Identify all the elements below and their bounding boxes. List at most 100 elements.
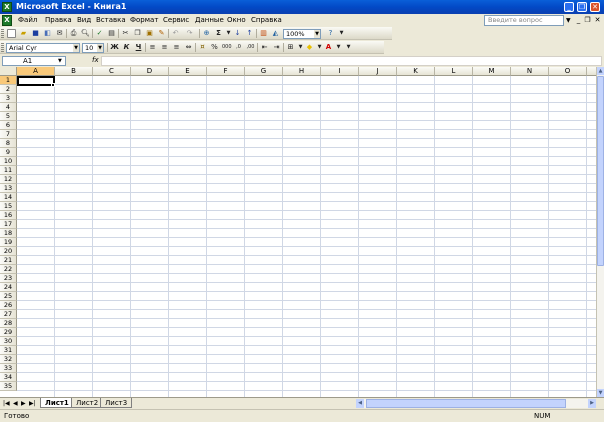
menu-file[interactable]: Файл [18,16,37,24]
font-size-select[interactable]: 10 ▼ [82,43,104,53]
row-header-27[interactable]: 27 [0,310,17,319]
menu-edit[interactable]: Правка [45,16,72,24]
row-header-24[interactable]: 24 [0,283,17,292]
prev-sheet-icon[interactable]: ◀ [13,400,18,407]
menu-help[interactable]: Справка [251,16,282,24]
vertical-scrollbar[interactable]: ▲ ▼ [596,67,604,397]
row-header-30[interactable]: 30 [0,337,17,346]
column-header-partial[interactable] [587,67,596,76]
menu-view[interactable]: Вид [77,16,91,24]
bold-icon[interactable]: Ж [110,43,119,52]
decrease-decimal-icon[interactable]: ,00 [246,43,255,52]
column-header-b[interactable]: B [55,67,93,76]
percent-icon[interactable]: % [210,43,219,52]
row-header-18[interactable]: 18 [0,229,17,238]
row-header-5[interactable]: 5 [0,112,17,121]
close-button[interactable]: ✕ [590,2,600,12]
horizontal-scroll-thumb[interactable] [366,399,566,408]
ask-dropdown-icon[interactable]: ▼ [566,17,571,24]
print-preview-icon[interactable]: 🔍︎ [81,29,90,38]
menu-window[interactable]: Окно [227,16,246,24]
column-header-g[interactable]: G [245,67,283,76]
active-cell-a1[interactable] [17,76,55,86]
scroll-up-icon[interactable]: ▲ [597,67,604,75]
increase-indent-icon[interactable]: ⇥ [272,43,281,52]
row-header-3[interactable]: 3 [0,94,17,103]
merge-center-icon[interactable]: ⇔ [184,43,193,52]
column-header-c[interactable]: C [93,67,131,76]
email-icon[interactable]: ✉ [55,29,64,38]
font-select[interactable]: Arial Cyr ▼ [6,43,80,53]
font-dropdown-icon[interactable]: ▼ [73,44,79,52]
copy-icon[interactable]: ❐ [133,29,142,38]
spelling-icon[interactable]: ✓ [95,29,104,38]
column-header-m[interactable]: M [473,67,511,76]
row-header-6[interactable]: 6 [0,121,17,130]
column-header-f[interactable]: F [207,67,245,76]
row-header-7[interactable]: 7 [0,130,17,139]
name-box[interactable]: A1 [2,56,66,66]
toolbar-options-icon[interactable]: ▼ [344,43,353,52]
column-header-h[interactable]: H [283,67,321,76]
zoom-select[interactable]: 100% ▼ [283,29,321,39]
workbook-restore-button[interactable]: ❐ [583,16,592,25]
column-header-o[interactable]: O [549,67,587,76]
row-header-4[interactable]: 4 [0,103,17,112]
row-header-9[interactable]: 9 [0,148,17,157]
underline-icon[interactable]: Ч [134,43,143,52]
research-icon[interactable]: ▤ [107,29,116,38]
scroll-left-icon[interactable]: ◀ [356,399,364,408]
toolbar-grip[interactable] [1,43,4,52]
currency-icon[interactable]: ¤ [198,43,207,52]
sheet-tab-1[interactable]: Лист1 [40,398,74,408]
row-header-1[interactable]: 1 [0,76,17,85]
row-header-19[interactable]: 19 [0,238,17,247]
fill-color-icon[interactable]: ◆ [305,43,314,52]
fill-handle[interactable] [51,83,55,87]
menu-data[interactable]: Данные [195,16,224,24]
autosum-icon[interactable]: Σ [214,29,223,38]
ask-question-input[interactable]: Введите вопрос [484,15,564,26]
column-header-j[interactable]: J [359,67,397,76]
row-header-14[interactable]: 14 [0,193,17,202]
column-header-k[interactable]: K [397,67,435,76]
insert-function-icon[interactable]: fx [92,56,99,64]
italic-icon[interactable]: К [122,43,131,52]
excel-app-icon[interactable]: X [2,2,12,12]
row-header-2[interactable]: 2 [0,85,17,94]
toolbar-grip[interactable] [1,29,4,38]
align-center-icon[interactable]: ≡ [160,43,169,52]
open-icon[interactable]: ▰ [19,29,28,38]
next-sheet-icon[interactable]: ▶ [21,400,26,407]
column-header-i[interactable]: I [321,67,359,76]
row-header-26[interactable]: 26 [0,301,17,310]
column-header-d[interactable]: D [131,67,169,76]
row-header-12[interactable]: 12 [0,175,17,184]
row-header-28[interactable]: 28 [0,319,17,328]
paste-icon[interactable]: ▣ [145,29,154,38]
font-color-icon[interactable]: A [324,43,333,52]
sheet-tab-3[interactable]: Лист3 [100,398,133,408]
align-right-icon[interactable]: ≡ [172,43,181,52]
save-icon[interactable]: ■ [31,29,40,38]
decrease-indent-icon[interactable]: ⇤ [260,43,269,52]
cut-icon[interactable]: ✂ [121,29,130,38]
fill-color-dropdown-icon[interactable]: ▼ [315,43,324,52]
redo-icon[interactable]: ↷ [185,29,194,38]
permission-icon[interactable]: ◧ [43,29,52,38]
column-header-l[interactable]: L [435,67,473,76]
sort-descending-icon[interactable]: ↑ [245,29,254,38]
comma-style-icon[interactable]: 000 [222,43,232,52]
new-icon[interactable] [7,29,16,38]
undo-icon[interactable]: ↶ [171,29,180,38]
horizontal-scrollbar[interactable]: ◀ ▶ [356,399,596,408]
row-header-17[interactable]: 17 [0,220,17,229]
cell-area[interactable] [17,76,596,397]
minimize-button[interactable]: _ [564,2,574,12]
sheet-tab-2[interactable]: Лист2 [71,398,104,408]
zoom-dropdown-icon[interactable]: ▼ [314,30,320,38]
row-header-10[interactable]: 10 [0,157,17,166]
row-header-33[interactable]: 33 [0,364,17,373]
align-left-icon[interactable]: ≡ [148,43,157,52]
formula-input[interactable] [101,56,602,66]
